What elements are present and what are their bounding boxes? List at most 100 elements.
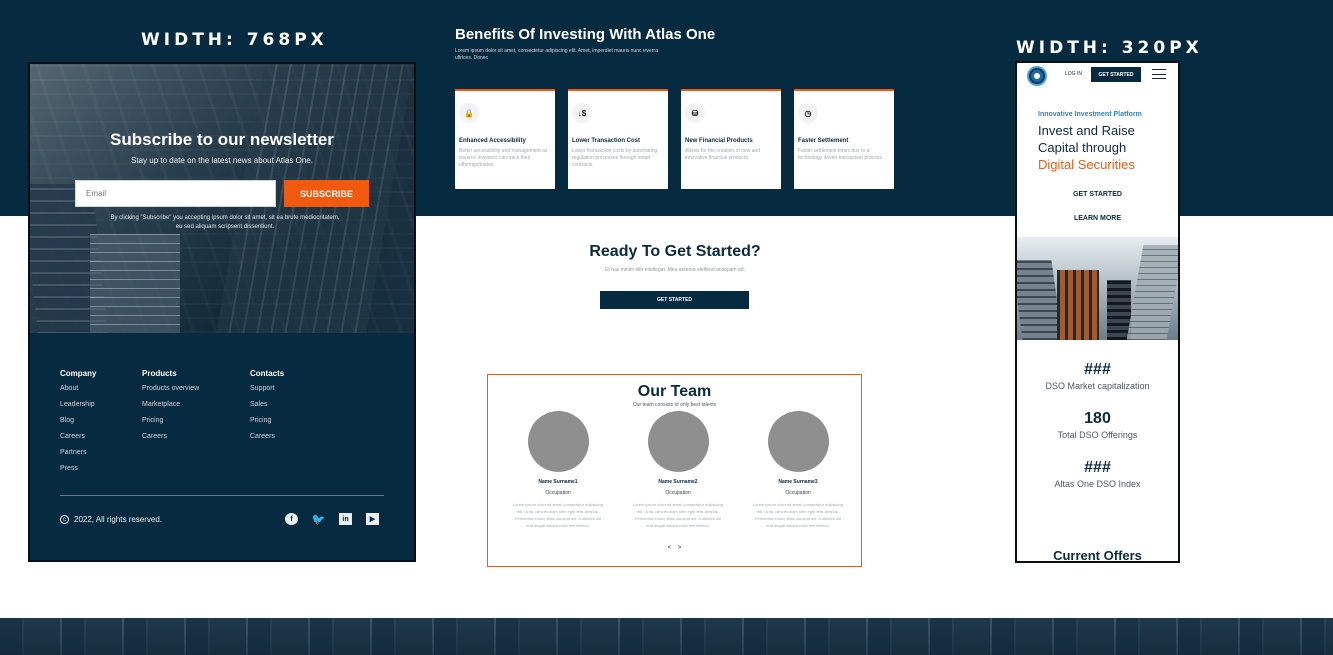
building-image (90, 234, 180, 333)
footer-link-pricing[interactable]: Pricing (142, 417, 250, 424)
member-role: Occupation (665, 490, 691, 496)
mobile-width-label: WIDTH: 320PX (1016, 38, 1203, 58)
stat-label: Total DSO Offerings (1057, 430, 1138, 440)
team-member: Name Surname3 Occupation Lorem ipsum dol… (738, 411, 858, 529)
footer-link-support[interactable]: Support (250, 385, 340, 392)
dollar-arrows-icon: ↓$ (572, 103, 592, 123)
footer-link-careers[interactable]: Careers (142, 433, 250, 440)
team-section: Our Team Our team consists of only best … (487, 374, 862, 567)
footer-link-press[interactable]: Press (60, 465, 142, 472)
footer-link-products-overview[interactable]: Products overview (142, 385, 250, 392)
hero-eyebrow: Innovative Investment Platform (1038, 111, 1142, 118)
newsletter-title: Subscribe to our newsletter (110, 130, 334, 149)
subscribe-button[interactable]: SUBSCRIBE (284, 180, 369, 207)
footer-column-contacts: Contacts Support Sales Pricing Careers (250, 369, 340, 481)
benefit-card-text: Lower transaction costs by automating re… (572, 148, 658, 168)
team-member: Name Surname1 Occupation Lorem ipsum dol… (498, 411, 618, 529)
footer-column-title: Company (60, 369, 97, 378)
bottom-image-band (0, 618, 1333, 655)
social-links: f 🐦 in ▶ (285, 513, 379, 526)
footer-link-careers[interactable]: Careers (60, 433, 142, 440)
newsletter-section: Subscribe to our newsletter Stay up to d… (30, 64, 414, 333)
next-arrow-icon[interactable]: > (678, 545, 682, 551)
team-carousel-nav: < > (488, 545, 861, 551)
hero-building-image (1017, 237, 1178, 340)
prev-arrow-icon[interactable]: < (668, 545, 672, 551)
linkedin-icon[interactable]: in (339, 513, 352, 525)
benefit-card: ⛁ New Financial Products Allows for the … (681, 89, 781, 189)
footer-link-sales[interactable]: Sales (250, 401, 340, 408)
avatar (527, 411, 589, 472)
hamburger-menu-icon[interactable] (1152, 69, 1166, 79)
footer-column-company: Company About Leadership Blog Careers Pa… (60, 369, 142, 481)
footer-link-pricing[interactable]: Pricing (250, 417, 340, 424)
benefit-card: 🔒 Enhanced Accessibility Better accessib… (455, 89, 555, 189)
twitter-icon[interactable]: 🐦 (312, 513, 326, 526)
copyright-icon: c (60, 515, 69, 524)
tablet-preview: Subscribe to our newsletter Stay up to d… (28, 62, 416, 562)
hero-headline-line: Invest and Raise (1038, 123, 1135, 138)
youtube-icon[interactable]: ▶ (366, 513, 379, 525)
cta-title: Ready To Get Started? (589, 243, 761, 260)
footer-link-leadership[interactable]: Leadership (60, 401, 142, 408)
facebook-icon[interactable]: f (285, 513, 298, 525)
tablet-width-label: WIDTH: 768PX (141, 30, 328, 50)
newsletter-disclaimer: By clicking "Subscribe" you accepting ip… (110, 215, 340, 230)
benefit-card-text: Faster settlement times due to a technol… (798, 148, 884, 161)
benefit-card-title: New Financial Products (685, 138, 753, 144)
footer-link-about[interactable]: About (60, 385, 142, 392)
footer-columns: Company About Leadership Blog Careers Pa… (60, 369, 340, 481)
building-image (1017, 260, 1063, 340)
benefits-title: Benefits Of Investing With Atlas One (455, 26, 716, 43)
email-input[interactable] (75, 180, 276, 207)
stat-total-offerings: 180 Total DSO Offerings (1017, 410, 1178, 440)
stat-value: ### (1084, 459, 1111, 476)
lock-icon: 🔒 (459, 103, 479, 123)
stat-value: ### (1084, 361, 1111, 378)
stat-value: 180 (1084, 410, 1111, 427)
member-bio: Lorem ipsum dolor sit amet, consectetur … (512, 502, 604, 528)
footer-column-products: Products Products overview Marketplace P… (142, 369, 250, 481)
benefit-card-text: Better accessibility and management as i… (459, 148, 548, 168)
footer-link-marketplace[interactable]: Marketplace (142, 401, 250, 408)
atlas-logo-icon[interactable] (1027, 66, 1047, 86)
hero-headline-highlight: Digital Securities (1038, 157, 1135, 172)
login-link[interactable]: LOG IN (1065, 71, 1082, 77)
footer-column-title: Products (142, 369, 177, 378)
member-bio: Lorem ipsum dolor sit amet, consectetur … (752, 502, 844, 528)
footer-link-careers[interactable]: Careers (250, 433, 340, 440)
hero-headline: Invest and Raise Capital through Digital… (1038, 122, 1135, 173)
stat-label: DSO Market capitalization (1045, 381, 1150, 391)
member-name: Name Surname3 (778, 479, 818, 485)
newsletter-subtitle: Stay up to date on the latest news about… (131, 156, 313, 165)
benefit-card: ↓$ Lower Transaction Cost Lower transact… (568, 89, 668, 189)
member-name: Name Surname1 (538, 479, 578, 485)
footer-link-blog[interactable]: Blog (60, 417, 142, 424)
footer-column-title: Contacts (250, 369, 285, 378)
team-member: Name Surname2 Occupation Lorem ipsum dol… (618, 411, 738, 529)
building-image (1126, 245, 1178, 340)
benefit-card-title: Faster Settlement (798, 138, 849, 144)
current-offers-title: Current Offers (1053, 548, 1142, 563)
member-role: Occupation (785, 490, 811, 496)
benefit-card-text: Allows for the creation of new and innov… (685, 148, 761, 161)
avatar (767, 411, 829, 472)
stat-market-cap: ### DSO Market capitalization (1017, 361, 1178, 391)
benefit-card-title: Enhanced Accessibility (459, 138, 526, 144)
mobile-preview: LOG IN GET STARTED Innovative Investment… (1015, 61, 1180, 563)
team-subtitle: Our team consists of only best talents (632, 402, 717, 408)
hero-headline-line: Capital through (1038, 140, 1127, 155)
benefit-cards: 🔒 Enhanced Accessibility Better accessib… (455, 89, 894, 189)
member-name: Name Surname2 (658, 479, 698, 485)
footer-link-partners[interactable]: Partners (60, 449, 142, 456)
benefit-card-title: Lower Transaction Cost (572, 138, 641, 144)
benefits-description: Lorem ipsum dolor sit amet, consectetur … (455, 48, 658, 61)
learn-more-link[interactable]: LEARN MORE (1017, 215, 1178, 222)
clock-icon: ◷ (798, 103, 818, 123)
get-started-button[interactable]: GET STARTED (600, 291, 749, 309)
header-get-started-button[interactable]: GET STARTED (1091, 67, 1141, 82)
hero-get-started-link[interactable]: GET STARTED (1017, 191, 1178, 198)
footer-divider (60, 495, 384, 496)
member-role: Occupation (545, 490, 571, 496)
building-image (1057, 270, 1099, 340)
